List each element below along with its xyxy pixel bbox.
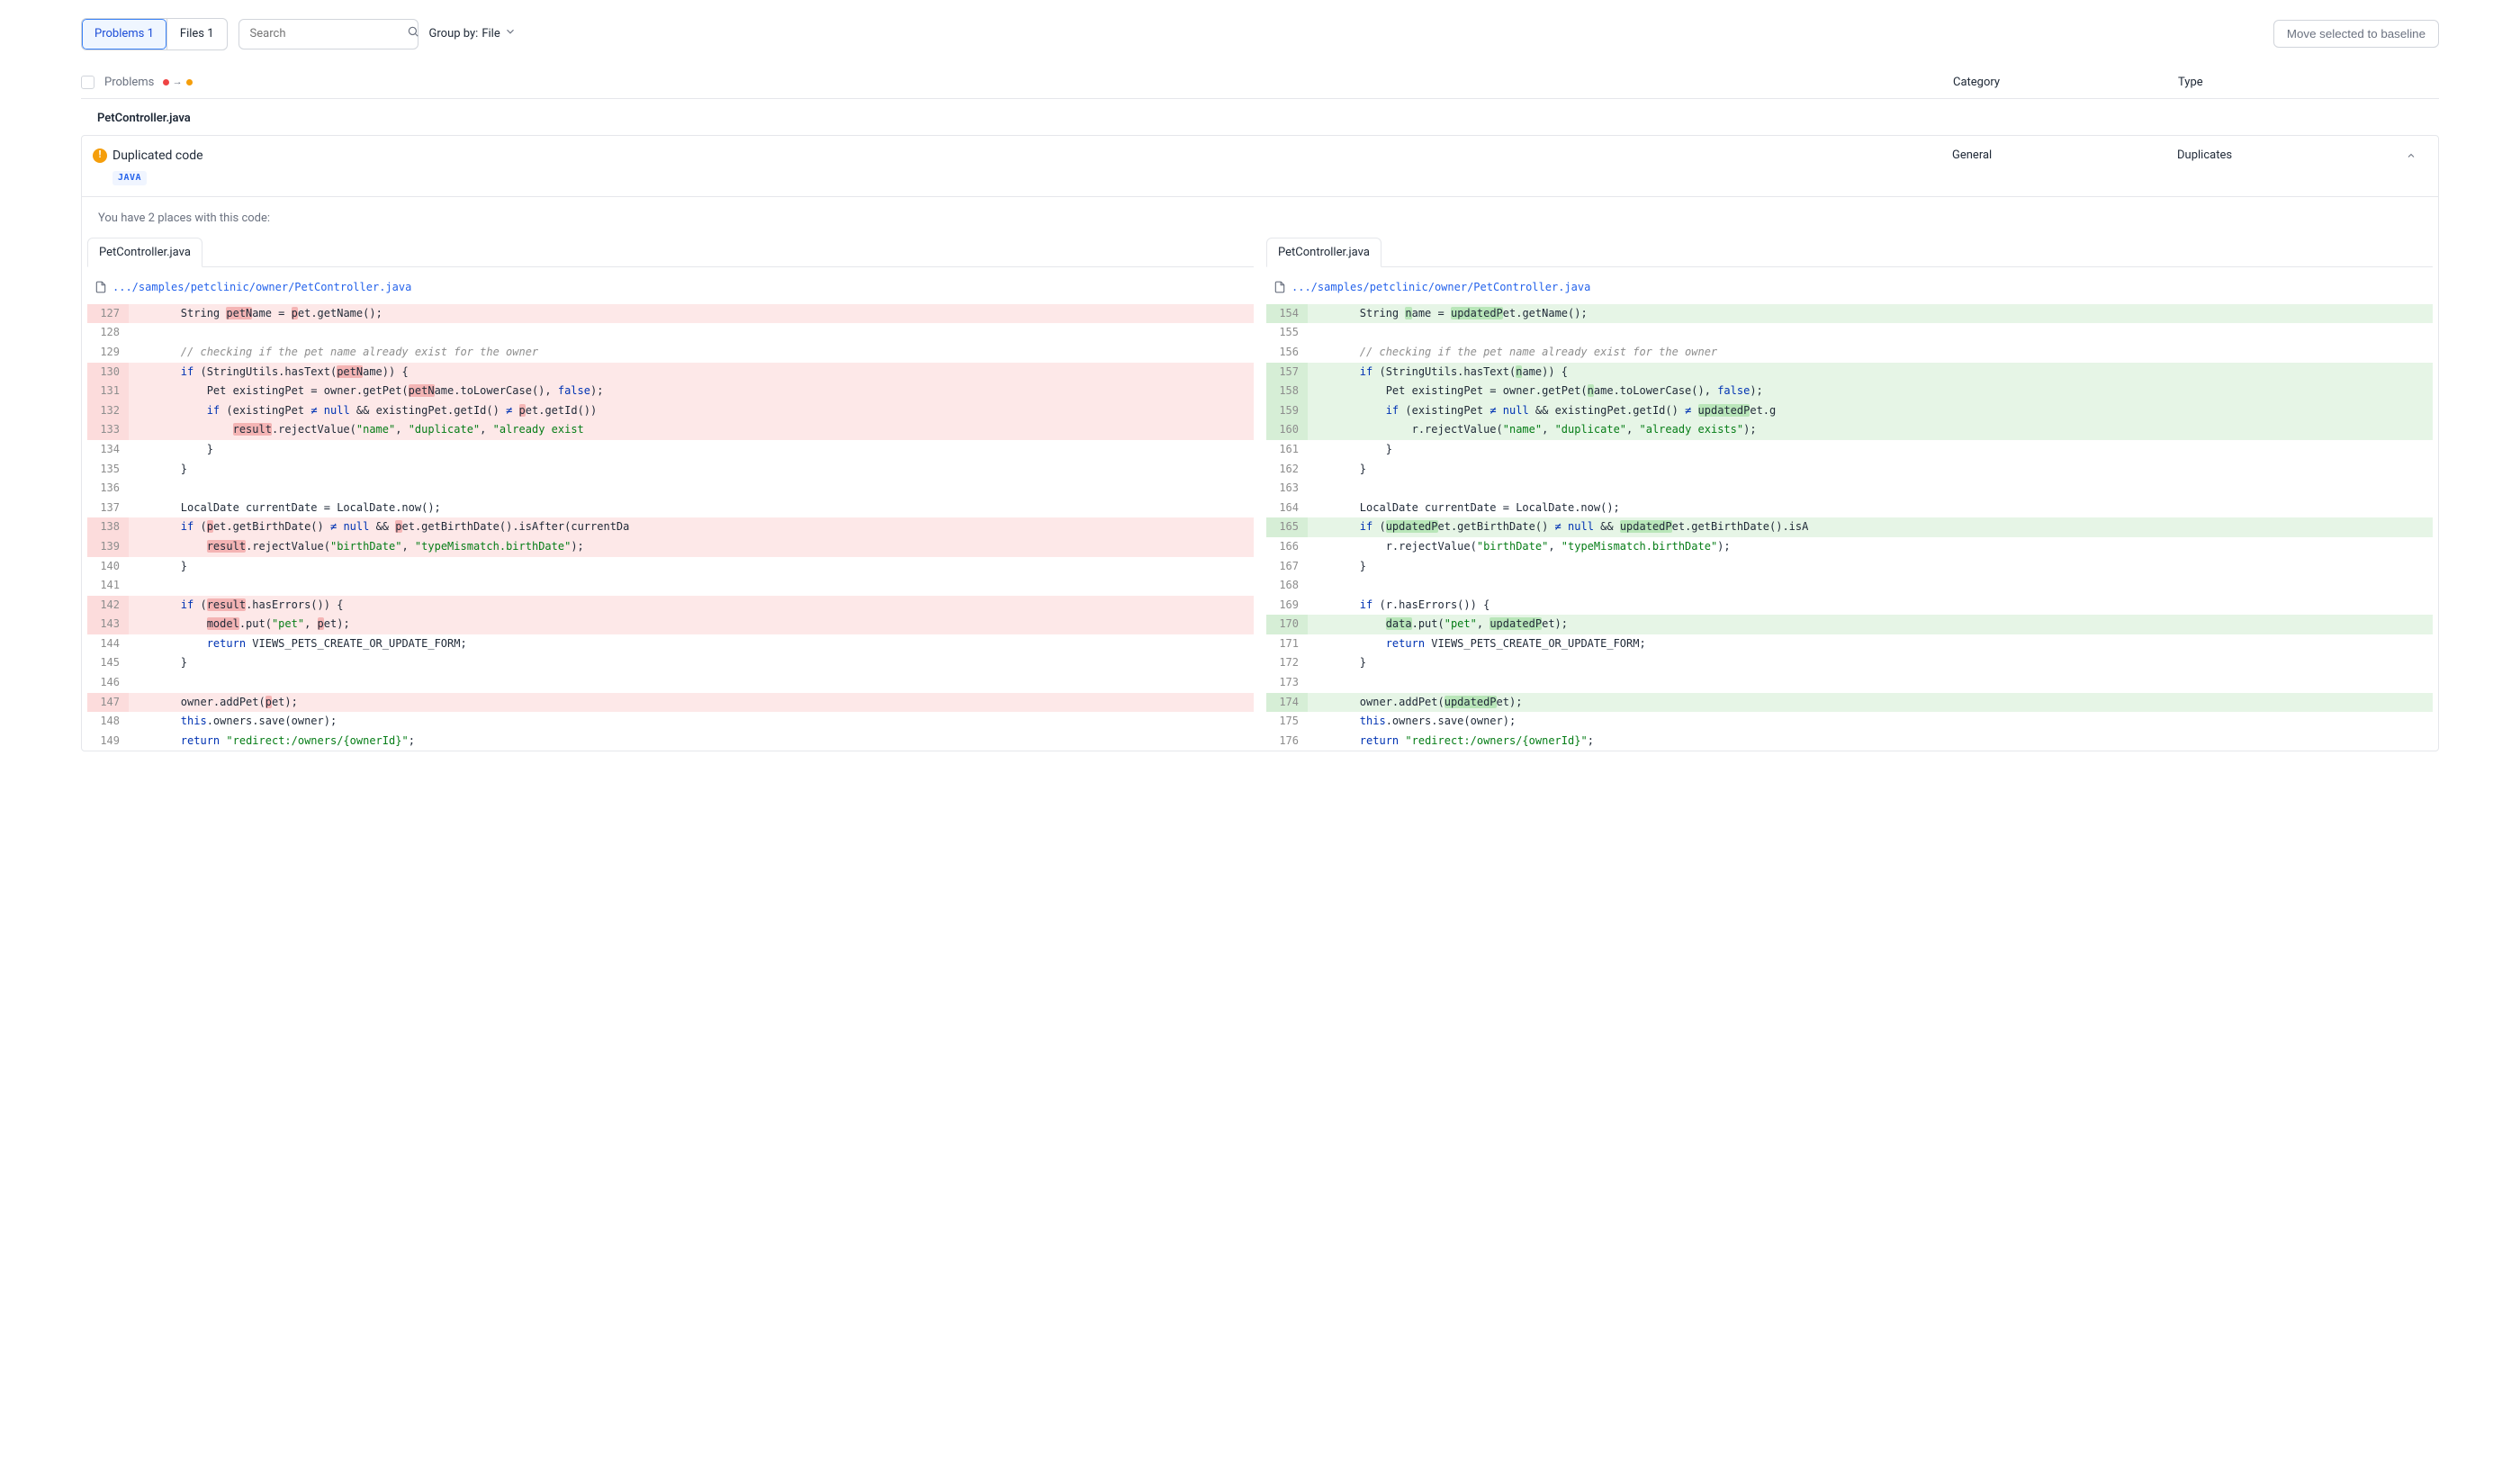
issue-header[interactable]: ! Duplicated code JAVA General Duplicate…	[82, 136, 2438, 197]
issue-category: General	[1952, 147, 2177, 165]
code-line: 173	[1266, 673, 2433, 693]
code-line: 171 return VIEWS_PETS_CREATE_OR_UPDATE_F…	[1266, 634, 2433, 654]
move-to-baseline-button[interactable]: Move selected to baseline	[2273, 20, 2439, 48]
code-line: 169 if (r.hasErrors()) {	[1266, 596, 2433, 616]
warning-icon: !	[93, 148, 107, 163]
code-line: 165 if (updatedPet.getBirthDate() ≠ null…	[1266, 517, 2433, 537]
code-line: 162 }	[1266, 460, 2433, 480]
code-line: 145 }	[87, 653, 1254, 673]
code-line: 135 }	[87, 460, 1254, 480]
issue-type: Duplicates	[2177, 147, 2402, 165]
chevron-down-icon	[504, 25, 517, 44]
tab-files[interactable]: Files 1	[166, 19, 227, 49]
code-line: 175 this.owners.save(owner);	[1266, 712, 2433, 732]
code-line: 142 if (result.hasErrors()) {	[87, 596, 1254, 616]
diff-left-pane: PetController.java .../samples/petclinic…	[87, 237, 1254, 751]
code-line: 138 if (pet.getBirthDate() ≠ null && pet…	[87, 517, 1254, 537]
severity-error-icon	[163, 79, 169, 85]
code-line: 148 this.owners.save(owner);	[87, 712, 1254, 732]
search-icon	[407, 25, 419, 44]
table-header: Problems → Category Type	[81, 67, 2439, 100]
code-line: 132 if (existingPet ≠ null && existingPe…	[87, 401, 1254, 421]
arrow-right-icon: →	[173, 75, 183, 90]
code-line: 127 String petName = pet.getName();	[87, 304, 1254, 324]
code-line: 140 }	[87, 557, 1254, 577]
issue-body: You have 2 places with this code: PetCon…	[82, 196, 2438, 751]
code-line: 130 if (StringUtils.hasText(petName)) {	[87, 363, 1254, 382]
code-line: 176 return "redirect:/owners/{ownerId}";	[1266, 732, 2433, 751]
code-line: 139 result.rejectValue("birthDate", "typ…	[87, 537, 1254, 557]
search-box[interactable]	[238, 19, 418, 49]
code-line: 170 data.put("pet", updatedPet);	[1266, 615, 2433, 634]
code-line: 160 r.rejectValue("name", "duplicate", "…	[1266, 420, 2433, 440]
code-line: 174 owner.addPet(updatedPet);	[1266, 693, 2433, 713]
file-icon	[1274, 281, 1286, 293]
col-category: Category	[1953, 74, 2178, 92]
code-line: 149 return "redirect:/owners/{ownerId}";	[87, 732, 1254, 751]
language-tag: JAVA	[112, 171, 147, 185]
code-line: 133 result.rejectValue("name", "duplicat…	[87, 420, 1254, 440]
code-line: 146	[87, 673, 1254, 693]
code-line: 167 }	[1266, 557, 2433, 577]
groupby-value: File	[482, 25, 500, 43]
code-line: 163	[1266, 479, 2433, 499]
code-line: 164 LocalDate currentDate = LocalDate.no…	[1266, 499, 2433, 518]
issue-row: ! Duplicated code JAVA General Duplicate…	[81, 135, 2439, 752]
collapse-toggle[interactable]	[2402, 147, 2420, 165]
file-group-title: PetController.java	[81, 99, 2439, 135]
diff-panes: PetController.java .../samples/petclinic…	[82, 237, 2438, 751]
code-line: 159 if (existingPet ≠ null && existingPe…	[1266, 401, 2433, 421]
right-file-path[interactable]: .../samples/petclinic/owner/PetControlle…	[1266, 276, 2433, 304]
code-line: 128	[87, 323, 1254, 343]
code-line: 172 }	[1266, 653, 2433, 673]
left-pane-tab[interactable]: PetController.java	[87, 238, 202, 268]
code-line: 134 }	[87, 440, 1254, 460]
left-file-path[interactable]: .../samples/petclinic/owner/PetControlle…	[87, 276, 1254, 304]
code-line: 147 owner.addPet(pet);	[87, 693, 1254, 713]
diff-right-pane: PetController.java .../samples/petclinic…	[1266, 237, 2433, 751]
code-line: 157 if (StringUtils.hasText(name)) {	[1266, 363, 2433, 382]
code-line: 166 r.rejectValue("birthDate", "typeMism…	[1266, 537, 2433, 557]
right-pane-tab[interactable]: PetController.java	[1266, 238, 1382, 268]
right-code-block: 154 String name = updatedPet.getName();1…	[1266, 304, 2433, 751]
code-line: 137 LocalDate currentDate = LocalDate.no…	[87, 499, 1254, 518]
code-line: 158 Pet existingPet = owner.getPet(name.…	[1266, 382, 2433, 401]
code-line: 129 // checking if the pet name already …	[87, 343, 1254, 363]
severity-filter[interactable]: →	[163, 75, 193, 90]
groupby-prefix: Group by:	[429, 25, 479, 43]
code-line: 156 // checking if the pet name already …	[1266, 343, 2433, 363]
code-line: 144 return VIEWS_PETS_CREATE_OR_UPDATE_F…	[87, 634, 1254, 654]
select-all-checkbox[interactable]	[81, 76, 94, 89]
view-tabs: Problems 1 Files 1	[81, 18, 228, 50]
file-icon	[94, 281, 107, 293]
tab-problems[interactable]: Problems 1	[82, 19, 166, 49]
left-code-block: 127 String petName = pet.getName();12812…	[87, 304, 1254, 751]
issue-title: Duplicated code	[112, 147, 1952, 166]
code-line: 155	[1266, 323, 2433, 343]
col-problems: Problems →	[104, 74, 1953, 92]
duplicate-note: You have 2 places with this code:	[82, 197, 2438, 237]
code-line: 141	[87, 576, 1254, 596]
code-line: 154 String name = updatedPet.getName();	[1266, 304, 2433, 324]
severity-warning-icon	[186, 79, 193, 85]
left-file-path-text: .../samples/petclinic/owner/PetControlle…	[112, 280, 411, 295]
col-type: Type	[2178, 74, 2403, 92]
code-line: 136	[87, 479, 1254, 499]
code-line: 131 Pet existingPet = owner.getPet(petNa…	[87, 382, 1254, 401]
code-line: 161 }	[1266, 440, 2433, 460]
groupby-dropdown[interactable]: Group by: File	[429, 25, 517, 44]
right-file-path-text: .../samples/petclinic/owner/PetControlle…	[1292, 280, 1590, 295]
search-input[interactable]	[248, 24, 401, 44]
toolbar: Problems 1 Files 1 Group by: File Move s…	[81, 18, 2439, 50]
code-line: 168	[1266, 576, 2433, 596]
code-line: 143 model.put("pet", pet);	[87, 615, 1254, 634]
